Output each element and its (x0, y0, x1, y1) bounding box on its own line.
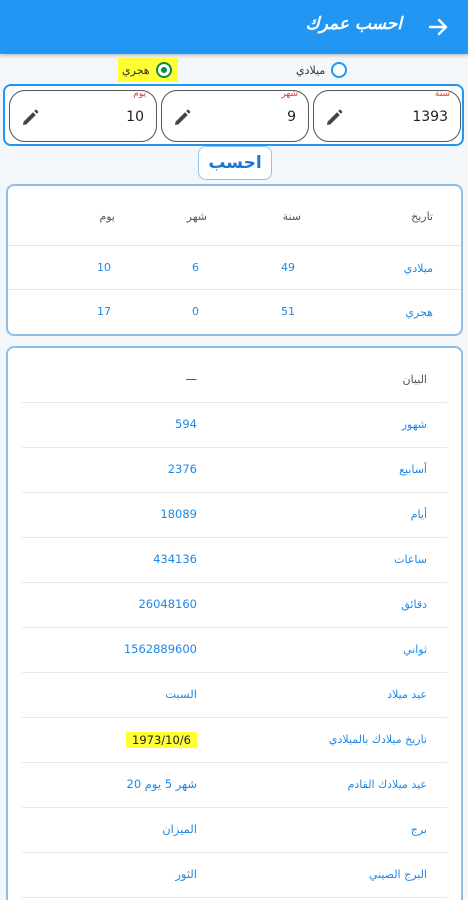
details-header-label: البيان (402, 373, 427, 386)
list-item: ساعات 434136 (22, 538, 447, 583)
column-header-date: تاريخ (411, 210, 433, 223)
year-field[interactable]: سنة 1393 (313, 89, 461, 142)
detail-label: عيد ميلاد (387, 688, 427, 701)
page-title: احسب عمرك (305, 14, 402, 34)
pencil-icon[interactable] (172, 108, 192, 128)
gregorian-radio[interactable]: ميلادي (296, 58, 348, 82)
list-item: عيد ميلاد السبت (22, 673, 447, 718)
day-field[interactable]: يوم 10 (9, 89, 157, 142)
list-item: تاريخ ميلادك بالميلادي 1973/10/6 (22, 718, 447, 763)
app-bar: احسب عمرك (0, 0, 468, 54)
column-header-month: شهر (186, 210, 207, 223)
year-value: 51 (281, 305, 295, 318)
month-field[interactable]: شهر 9 (161, 89, 309, 142)
list-item: شهور 594 (22, 403, 447, 448)
table-row: ميلادي 49 6 10 (8, 246, 461, 290)
hijri-radio[interactable]: هجري (118, 58, 178, 82)
list-item: البرج الصيني الثور (22, 853, 447, 898)
list-item: دقائق 26048160 (22, 583, 447, 628)
year-value: 49 (281, 261, 295, 274)
gregorian-radio-label: ميلادي (296, 63, 326, 77)
detail-value: 1562889600 (123, 642, 197, 656)
month-field-value[interactable]: 9 (287, 109, 296, 125)
month-field-label: شهر (281, 89, 298, 99)
details-header-row: البيان — (22, 358, 447, 403)
day-value: 17 (97, 305, 111, 318)
radio-unchecked-icon[interactable] (331, 62, 348, 78)
calculate-button[interactable]: احسب (198, 146, 272, 180)
details-header-value: — (185, 372, 198, 386)
calendar-type-selector: هجري ميلادي (0, 58, 468, 82)
detail-label: أيام (410, 508, 427, 521)
column-header-day: يوم (99, 210, 115, 223)
day-field-value[interactable]: 10 (126, 109, 144, 125)
detail-value: 18089 (160, 507, 197, 521)
detail-value: 26048160 (138, 597, 197, 611)
date-input-group: يوم 10 شهر 9 سنة 1393 (3, 84, 464, 146)
month-value: 6 (192, 261, 199, 274)
detail-label: برج (410, 823, 427, 836)
detail-value: الثور (175, 867, 197, 881)
day-field-label: يوم (133, 89, 146, 99)
detail-value: 2376 (167, 462, 197, 476)
detail-value: السبت (165, 687, 197, 701)
hijri-radio-label: هجري (122, 63, 150, 77)
row-label: ميلادي (403, 262, 433, 275)
age-summary-table: تاريخ سنة شهر يوم ميلادي 49 6 10 هجري 51… (6, 184, 463, 336)
detail-label: شهور (401, 418, 427, 431)
detail-value: 434136 (153, 552, 197, 566)
pencil-icon[interactable] (324, 108, 344, 128)
list-item: ثواني 1562889600 (22, 628, 447, 673)
detail-label: ثواني (402, 643, 427, 656)
year-field-label: سنة (434, 89, 450, 99)
row-label: هجري (405, 306, 433, 319)
month-value: 0 (192, 305, 199, 318)
list-item: برج الميزان (22, 808, 447, 853)
detail-label: دقائق (401, 598, 427, 611)
detail-label: أسابيع (399, 463, 427, 476)
arrow-right-icon[interactable] (422, 11, 454, 43)
table-row: هجري 51 0 17 (8, 290, 461, 334)
radio-checked-icon[interactable] (155, 62, 172, 78)
table-header-row: تاريخ سنة شهر يوم (8, 186, 461, 246)
detail-label: تاريخ ميلادك بالميلادي (328, 733, 427, 746)
detail-label: عيد ميلادك القادم (347, 778, 427, 791)
year-field-value[interactable]: 1393 (412, 109, 448, 125)
pencil-icon[interactable] (20, 108, 40, 128)
detail-value: الميزان (162, 822, 197, 836)
detail-value: شهر 5 يوم 20 (126, 777, 197, 791)
list-item: أيام 18089 (22, 493, 447, 538)
detail-label: ساعات (394, 553, 427, 566)
age-details-list: البيان — شهور 594 أسابيع 2376 أيام 18089… (6, 346, 463, 900)
column-header-year: سنة (282, 210, 301, 223)
detail-value-highlighted: 1973/10/6 (126, 732, 197, 748)
list-item: عيد ميلادك القادم شهر 5 يوم 20 (22, 763, 447, 808)
list-item: أسابيع 2376 (22, 448, 447, 493)
day-value: 10 (97, 261, 111, 274)
detail-value: 594 (175, 417, 197, 431)
detail-label: البرج الصيني (368, 868, 427, 881)
